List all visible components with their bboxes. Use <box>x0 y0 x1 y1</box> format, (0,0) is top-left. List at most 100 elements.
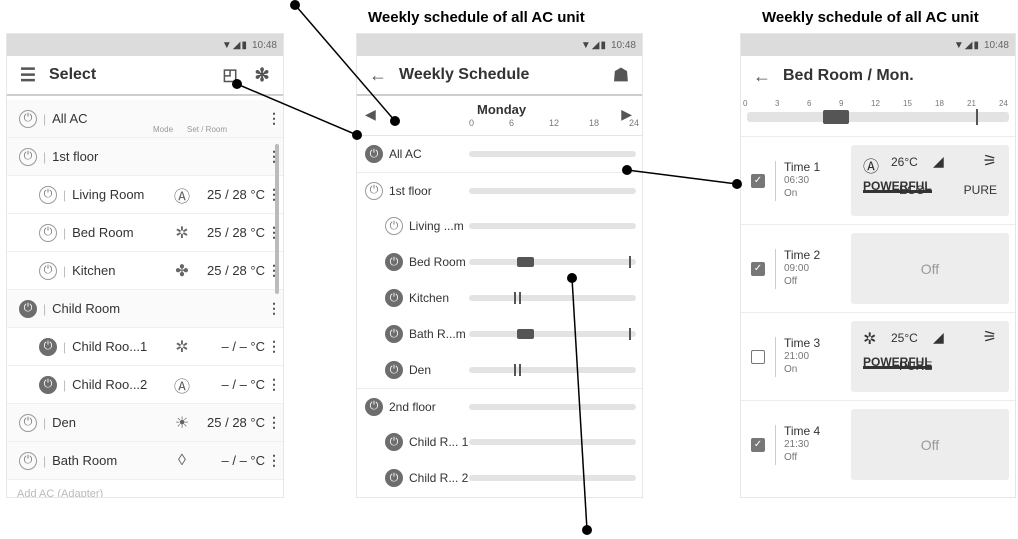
day-timeline[interactable] <box>469 475 636 481</box>
time-value: 21:00 <box>784 351 810 362</box>
power-icon[interactable]: ⏻ <box>19 109 37 128</box>
time-label: Time 4 <box>784 424 821 438</box>
more-icon[interactable]: ⋮ <box>265 186 283 203</box>
temperature: – / – °C <box>221 453 266 468</box>
power-icon[interactable]: ⏻ <box>19 147 37 166</box>
ac-row[interactable]: ⏻ | Bath Room ◊ – / – °C ⋮ <box>7 442 283 480</box>
more-icon[interactable]: ⋮ <box>265 300 283 317</box>
power-icon[interactable]: ⏻ <box>39 261 57 280</box>
ac-row[interactable]: ⏻ | 1st floor ⋮ <box>7 138 283 176</box>
checkbox[interactable]: ✓ <box>751 261 765 276</box>
setting-card[interactable]: Ⓐ 26°C ◢ ⚞ POWERFUL ECO PURE <box>851 145 1009 216</box>
power-icon[interactable]: ⏻ <box>39 375 57 394</box>
hour-tick: 21 <box>967 99 976 108</box>
power-icon[interactable]: ⏻ <box>385 361 403 379</box>
power-icon[interactable]: ⏻ <box>365 145 383 163</box>
time-list: ✓ Time 1 06:30 On Ⓐ 26°C ◢ ⚞ POWERFUL ECO PURE ✓ Tim… <box>741 136 1015 488</box>
more-icon[interactable]: ⋮ <box>265 414 283 431</box>
callout-dot <box>290 0 300 10</box>
checkbox[interactable]: ✓ <box>751 437 765 452</box>
power-icon[interactable]: ⏻ <box>385 469 403 487</box>
scrollbar[interactable] <box>275 144 279 294</box>
schedule-row[interactable]: ⏻ Child R... 2 <box>357 460 642 496</box>
schedule-row[interactable]: ⏻ 1st floor <box>357 172 642 208</box>
add-ac-link[interactable]: Add AC (Adapter) <box>7 480 283 497</box>
checkbox[interactable]: ✓ <box>751 173 765 188</box>
time-label: Time 3 <box>784 336 821 350</box>
schedule-row[interactable]: ⏻ Kitchen <box>357 280 642 316</box>
more-icon[interactable]: ⋮ <box>265 452 283 469</box>
hour-tick: 24 <box>629 118 640 128</box>
schedule-row[interactable]: ⏻ Child R... 1 <box>357 424 642 460</box>
back-arrow-icon[interactable]: ← <box>751 66 773 87</box>
day-timeline[interactable] <box>469 151 636 157</box>
back-arrow-icon[interactable]: ← <box>367 65 389 86</box>
day-timeline[interactable] <box>469 223 636 229</box>
status-bar: ▼◢▮ 10:48 <box>741 34 1015 56</box>
power-icon[interactable]: ⏻ <box>385 433 403 451</box>
more-icon[interactable]: ⋮ <box>265 110 283 127</box>
day-timeline[interactable] <box>469 439 636 445</box>
mode-icon: Ⓐ <box>863 159 880 176</box>
more-icon[interactable]: ⋮ <box>265 262 283 279</box>
timeline-ticks: 0 3 6 9 12 15 18 21 24 <box>741 96 1015 112</box>
select-screen: ▼◢▮ 10:48 ☰ Select ◰ ✻ ⏻ | All AC ⋮ Mode Set … <box>6 33 284 498</box>
more-icon[interactable]: ⋮ <box>265 148 283 165</box>
caption-center: Weekly schedule of all AC unit <box>368 9 585 26</box>
day-timeline[interactable] <box>469 404 636 410</box>
power-icon[interactable]: ⏻ <box>365 397 383 416</box>
power-icon[interactable]: ⏻ <box>19 299 37 318</box>
page-title: Bed Room / Mon. <box>783 67 914 84</box>
ac-row[interactable]: ⏻ | All AC ⋮ Mode Set / Room <box>7 100 283 138</box>
time-value: 21:30 <box>784 439 810 450</box>
day-timeline[interactable] <box>469 292 636 304</box>
more-icon[interactable]: ⋮ <box>265 338 283 355</box>
ac-name: Living ...m <box>409 219 464 233</box>
menu-icon[interactable]: ☰ <box>17 65 39 86</box>
power-icon[interactable]: ⏻ <box>385 253 403 271</box>
ac-name: Den <box>409 363 432 377</box>
day-timeline[interactable] <box>469 328 636 340</box>
power-icon[interactable]: ⏻ <box>19 451 37 470</box>
time-state: On <box>784 188 798 199</box>
schedule-row[interactable]: ⏻ All AC <box>357 136 642 172</box>
day-timeline[interactable] <box>469 364 636 376</box>
schedule-row[interactable]: ⏻ Bed Room <box>357 244 642 280</box>
time-info: Time 2 09:00 Off <box>784 249 844 288</box>
setting-card[interactable]: Off <box>851 233 1009 304</box>
power-icon[interactable]: ⏻ <box>19 413 37 432</box>
power-icon[interactable]: ⏻ <box>39 185 57 204</box>
ac-row[interactable]: ⏻ | Kitchen ✤ 25 / 28 °C ⋮ <box>7 252 283 290</box>
gear-icon[interactable]: ✻ <box>251 65 273 86</box>
time-slot-row: ✓ Time 2 09:00 Off Off <box>741 224 1015 312</box>
home-icon[interactable]: ☗ <box>610 65 632 86</box>
checkbox[interactable] <box>751 349 765 364</box>
setting-card[interactable]: ✲ 25°C ◢ ⚞ POWERFUL PURE <box>851 321 1009 392</box>
schedule-row[interactable]: ⏻ Bath R...m <box>357 316 642 352</box>
power-icon[interactable]: ⏻ <box>385 217 403 235</box>
ac-row[interactable]: ⏻ | Living Room Ⓐ 25 / 28 °C ⋮ <box>7 176 283 214</box>
schedule-row[interactable]: ⏻ 2nd floor <box>357 388 642 424</box>
power-icon[interactable]: ⏻ <box>365 181 383 200</box>
prev-day-icon[interactable]: ◀ <box>365 106 376 123</box>
page-title: Weekly Schedule <box>399 66 530 83</box>
ac-row[interactable]: ⏻ | Child Roo...2 Ⓐ – / – °C ⋮ <box>7 366 283 404</box>
signal-icon: ▼◢▮ <box>580 39 607 51</box>
mode-icon: Ⓐ <box>173 378 190 396</box>
schedule-row[interactable]: ⏻ Den <box>357 352 642 388</box>
more-icon[interactable]: ⋮ <box>265 224 283 241</box>
ac-row[interactable]: ⏻ | Den ☀ 25 / 28 °C ⋮ <box>7 404 283 442</box>
day-timeline[interactable] <box>469 188 636 194</box>
power-icon[interactable]: ⏻ <box>39 223 57 242</box>
power-icon[interactable]: ⏻ <box>385 289 403 307</box>
ac-row[interactable]: ⏻ | Child Roo...1 ✲ – / – °C ⋮ <box>7 328 283 366</box>
schedule-row[interactable]: ⏻ Living ...m <box>357 208 642 244</box>
day-timeline[interactable] <box>469 256 636 268</box>
power-icon[interactable]: ⏻ <box>385 325 403 343</box>
ac-row[interactable]: ⏻ | Bed Room ✲ 25 / 28 °C ⋮ <box>7 214 283 252</box>
mode-icon: ◊ <box>178 451 186 469</box>
setting-card[interactable]: Off <box>851 409 1009 480</box>
more-icon[interactable]: ⋮ <box>265 376 283 393</box>
ac-row[interactable]: ⏻ | Child Room ⋮ <box>7 290 283 328</box>
power-icon[interactable]: ⏻ <box>39 337 57 356</box>
